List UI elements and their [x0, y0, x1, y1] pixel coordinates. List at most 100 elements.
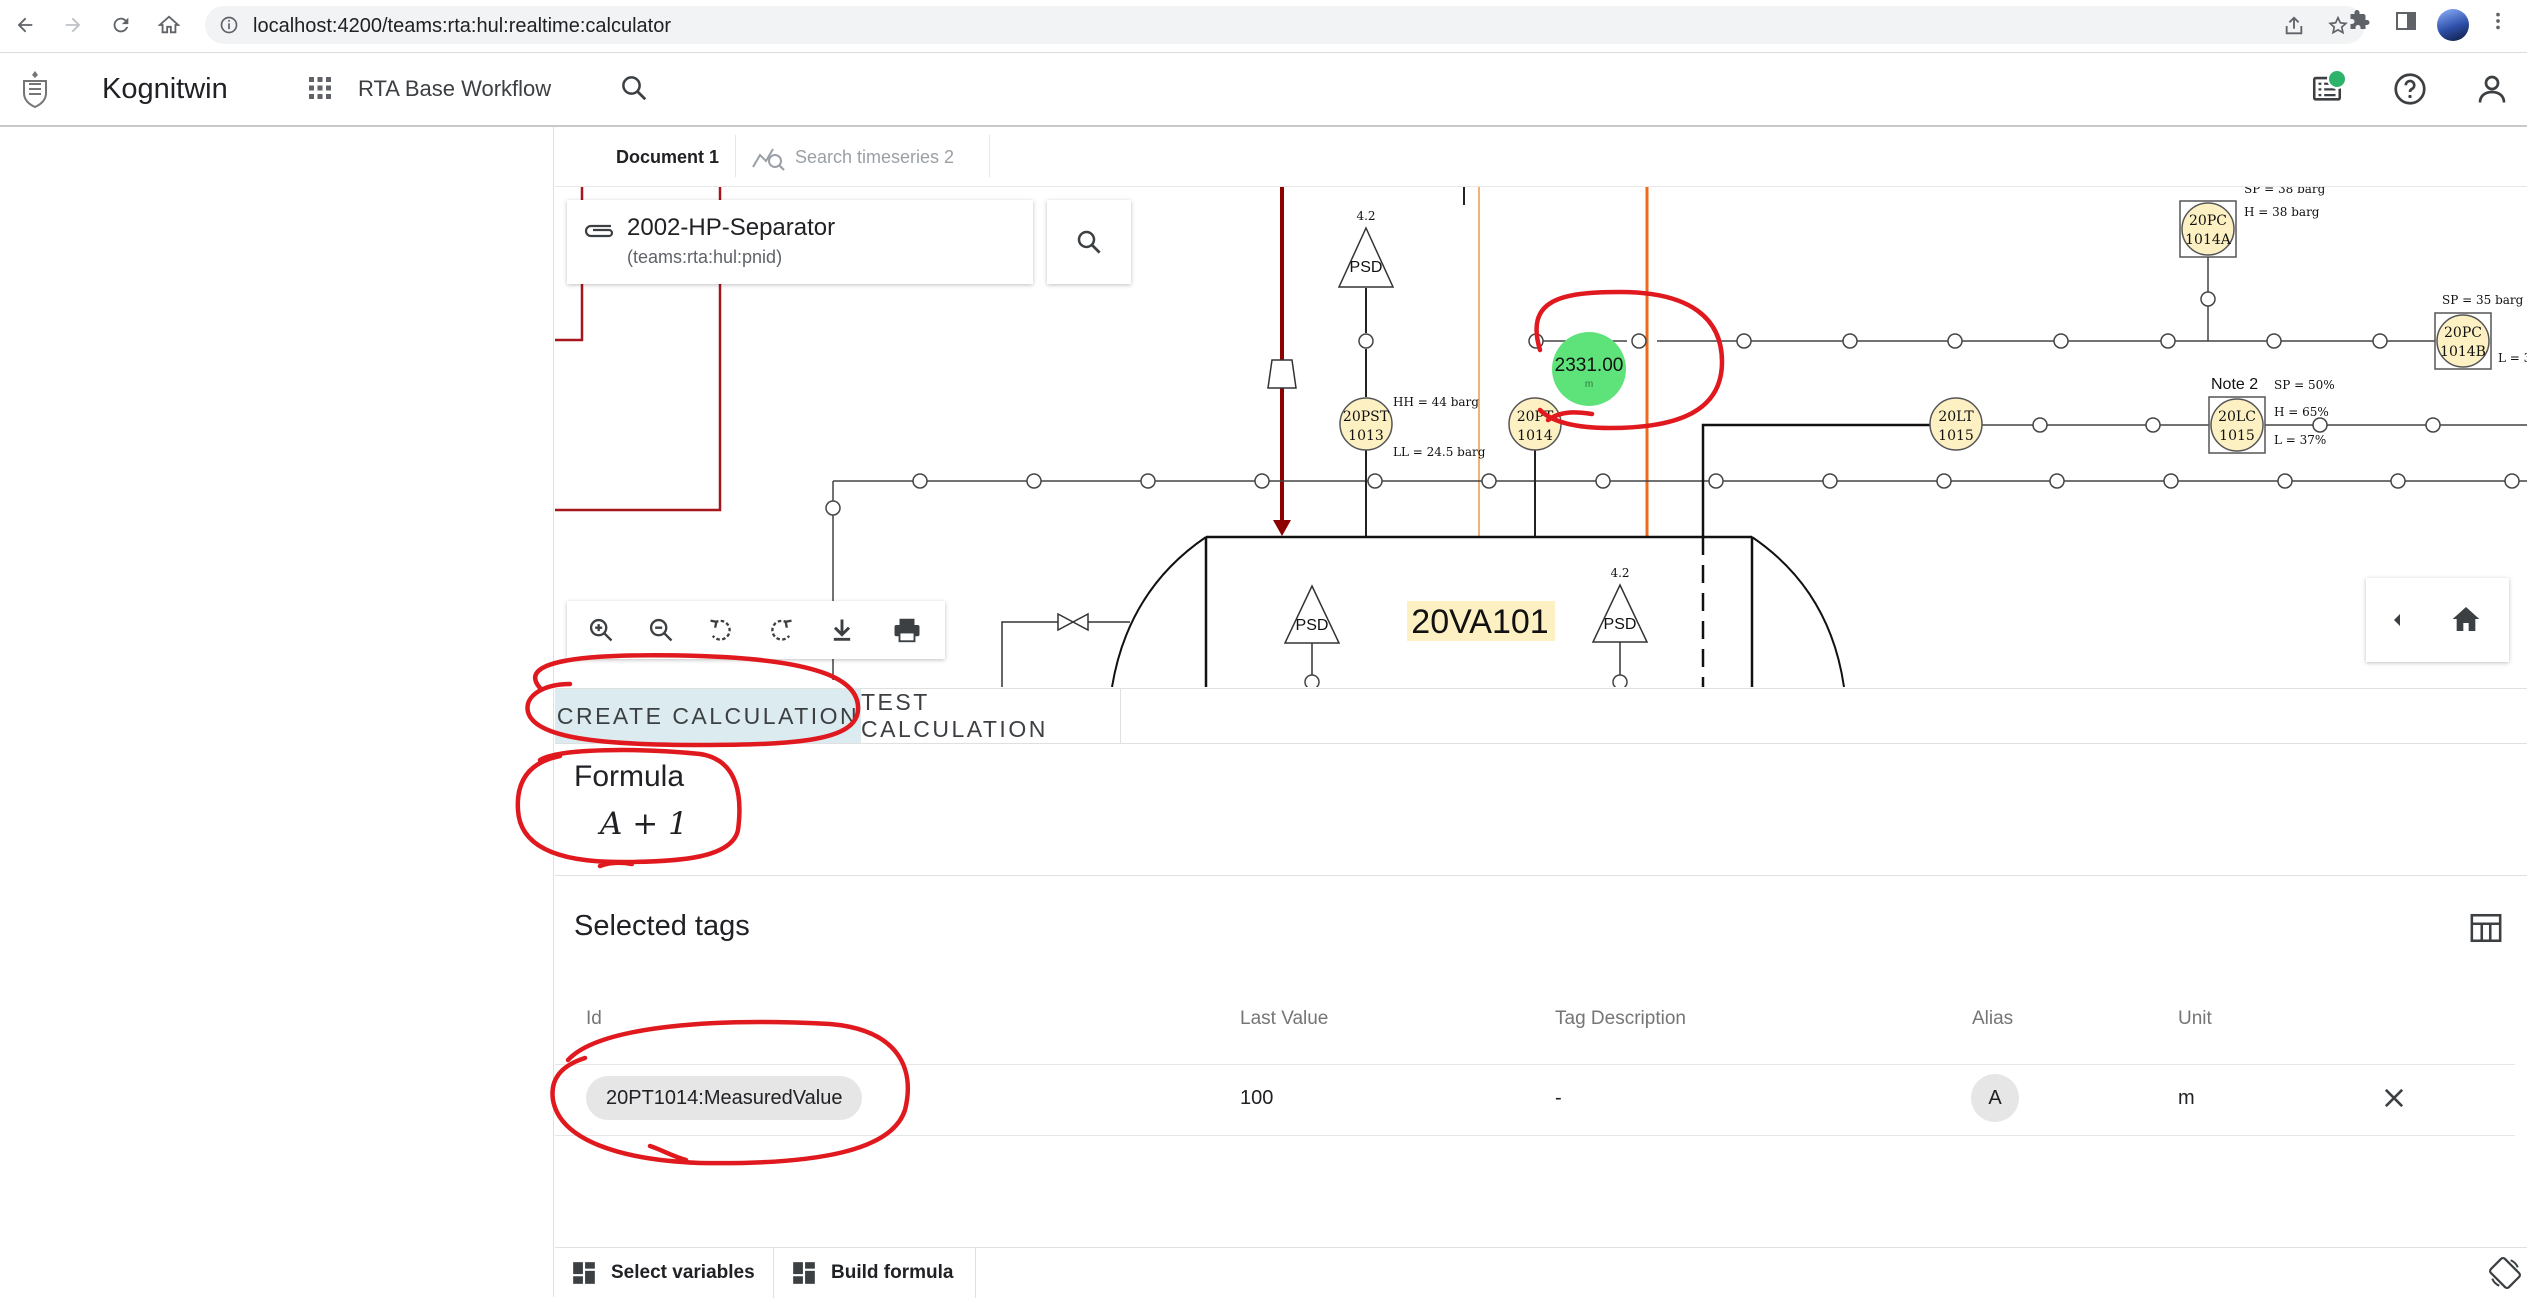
live-value-unit: m: [1585, 379, 1593, 390]
ll-label: LL = 24.5 barg: [1393, 445, 1486, 459]
tab-test-calculation[interactable]: TEST CALCULATION: [861, 689, 1121, 743]
column-header-unit[interactable]: Unit: [2178, 1008, 2212, 1030]
svg-text:1015: 1015: [2219, 428, 2255, 444]
svg-text:20PC: 20PC: [2444, 325, 2482, 341]
psd-valve-right[interactable]: PSD 4.2: [1591, 566, 1649, 643]
app-header: Kognitwin RTA Base Workflow: [0, 53, 2527, 127]
svg-text:1014B: 1014B: [2440, 344, 2486, 360]
tab-divider: [989, 135, 990, 177]
tab-create-calculation[interactable]: CREATE CALCULATION: [555, 689, 861, 743]
instrument-20pt-1014[interactable]: 20PT 1014: [1508, 397, 1562, 451]
back-button[interactable]: [8, 8, 42, 42]
instrument-20pc-1014b[interactable]: 20PC 1014B: [2434, 312, 2492, 370]
table-view-icon[interactable]: [2469, 912, 2503, 944]
l37-label: L = 37%: [2274, 433, 2326, 447]
instrument-20lc-1015[interactable]: 20LC 1015: [2208, 396, 2266, 454]
column-header-id[interactable]: Id: [586, 1008, 602, 1030]
download-icon: [833, 619, 851, 641]
instrument-20pc-1014a[interactable]: 20PC 1014A: [2179, 200, 2237, 258]
address-bar[interactable]: localhost:4200/teams:rta:hul:realtime:ca…: [205, 6, 2365, 44]
svg-text:1013: 1013: [1348, 428, 1384, 444]
valve-symbol: [1057, 612, 1089, 632]
live-value-bubble[interactable]: 2331.00 m: [1552, 332, 1626, 406]
psd-valve-left[interactable]: PSD: [1283, 584, 1341, 644]
pipe-line: [1001, 621, 1130, 687]
remove-tag-icon[interactable]: [2380, 1084, 2408, 1112]
svg-text:20PST: 20PST: [1343, 409, 1390, 425]
psd-valve-top[interactable]: PSD 4.2: [1337, 209, 1395, 288]
rotate-right-icon: [771, 619, 792, 641]
sp50-label: SP = 50%: [2274, 378, 2335, 392]
share-icon[interactable]: [2283, 15, 2305, 37]
tag-id: 20PT1014:MeasuredValue: [606, 1086, 843, 1109]
tag-alias-badge[interactable]: A: [1971, 1074, 2019, 1122]
extensions-icon[interactable]: [2347, 9, 2371, 33]
zoom-out-icon: [649, 618, 673, 642]
download-button[interactable]: [826, 614, 858, 646]
svg-text:1014: 1014: [1517, 428, 1553, 444]
user-account-icon[interactable]: [2474, 71, 2510, 107]
tab-search-timeseries-label: Search timeseries 2: [795, 147, 955, 167]
flow-arrow: [1273, 520, 1291, 536]
help-icon[interactable]: [2392, 71, 2428, 107]
screen-rotation-icon[interactable]: [2488, 1256, 2522, 1290]
svg-text:20LT: 20LT: [1938, 409, 1974, 425]
psd-number: 4.2: [1610, 566, 1629, 580]
toolbar-divider: [975, 1248, 976, 1298]
app-title: Kognitwin: [102, 73, 228, 105]
hh-label: HH = 44 barg: [1393, 395, 1479, 409]
live-value: 2331.00: [1555, 355, 1624, 376]
svg-text:20PC: 20PC: [2189, 213, 2227, 229]
vessel-tag[interactable]: 20VA101: [1411, 603, 1548, 641]
formula-expression[interactable]: A + 1: [600, 806, 688, 842]
tab-search-timeseries[interactable]: Search timeseries 2: [751, 141, 954, 180]
build-formula-button[interactable]: Build formula: [791, 1248, 953, 1298]
tag-id-chip[interactable]: 20PT1014:MeasuredValue: [586, 1076, 863, 1120]
home-icon: [158, 15, 180, 34]
document-name: 2002-HP-Separator: [627, 214, 836, 241]
notification-badge: [2327, 69, 2347, 89]
rotate-right-button[interactable]: [765, 614, 797, 646]
workflow-selector[interactable]: RTA Base Workflow: [358, 76, 551, 102]
more-vert-icon[interactable]: [2487, 9, 2509, 33]
home-view-icon[interactable]: [2450, 604, 2482, 634]
toolbar-divider: [773, 1248, 774, 1298]
column-header-tag-description[interactable]: Tag Description: [1555, 1008, 1686, 1030]
tab-divider: [735, 135, 736, 177]
forward-arrow-icon: [65, 17, 81, 33]
column-header-alias[interactable]: Alias: [1972, 1008, 2013, 1030]
psd-label: PSD: [1296, 617, 1329, 634]
select-variables-button[interactable]: Select variables: [571, 1248, 755, 1298]
rotate-left-icon: [710, 619, 731, 641]
document-selector[interactable]: 2002-HP-Separator (teams:rta:hul:pnid): [567, 200, 1033, 284]
signal-nodes: [825, 473, 2520, 516]
reload-button[interactable]: [104, 8, 138, 42]
selected-tags-title: Selected tags: [574, 910, 750, 942]
zoom-out-button[interactable]: [645, 614, 677, 646]
build-formula-label: Build formula: [831, 1262, 954, 1283]
forward-button[interactable]: [56, 8, 90, 42]
tab-document-1[interactable]: Document 1: [616, 147, 719, 168]
apps-grid-icon[interactable]: [308, 76, 332, 100]
bookmark-star-icon[interactable]: [2327, 15, 2349, 37]
profile-avatar[interactable]: [2437, 9, 2469, 41]
signal-nodes: [1528, 291, 2388, 349]
collapse-left-icon[interactable]: [2390, 610, 2404, 630]
search-icon[interactable]: [619, 73, 649, 103]
home-button[interactable]: [152, 8, 186, 42]
document-search-button[interactable]: [1047, 200, 1131, 284]
psd-label: PSD: [1350, 259, 1383, 276]
timeseries-search-icon: [752, 148, 785, 171]
bottom-toolbar: Select variables Build formula: [555, 1247, 2527, 1298]
svg-text:1015: 1015: [1938, 428, 1974, 444]
column-header-last-value[interactable]: Last Value: [1240, 1008, 1328, 1030]
zoom-in-button[interactable]: [585, 614, 617, 646]
svg-text:20LC: 20LC: [2218, 409, 2256, 425]
instrument-20lt-1015[interactable]: 20LT 1015: [1929, 397, 1983, 451]
search-icon: [1077, 230, 1101, 254]
info-icon[interactable]: [219, 15, 239, 35]
side-panel-icon[interactable]: [2394, 9, 2418, 33]
instrument-20pst-1013[interactable]: 20PST 1013: [1339, 397, 1393, 451]
print-button[interactable]: [891, 614, 923, 646]
rotate-left-button[interactable]: [705, 614, 737, 646]
